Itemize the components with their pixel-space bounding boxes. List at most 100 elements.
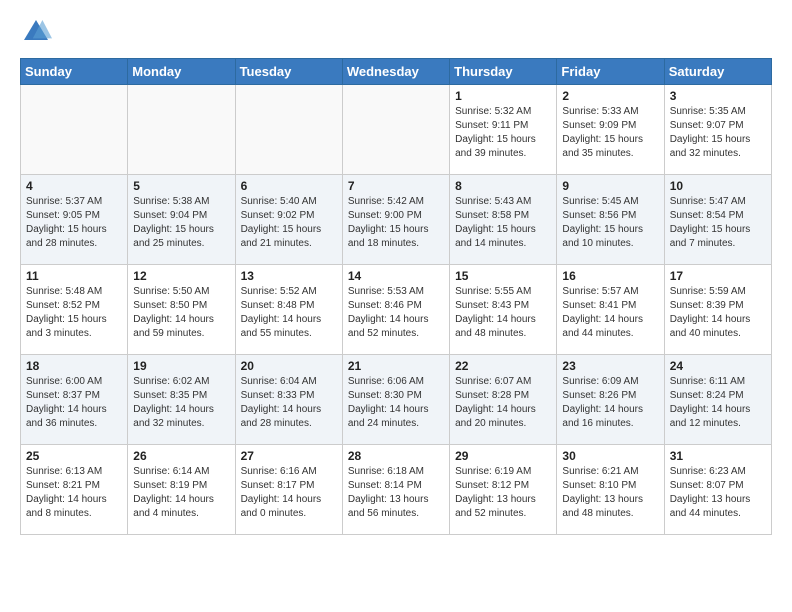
day-number-20: 20 (241, 359, 337, 373)
day-info-20: Sunrise: 6:04 AM Sunset: 8:33 PM Dayligh… (241, 375, 337, 431)
day-cell-27: 27 Sunrise: 6:16 AM Sunset: 8:17 PM Dayli… (235, 445, 342, 535)
day-number-23: 23 (562, 359, 658, 373)
day-cell-12: 12 Sunrise: 5:50 AM Sunset: 8:50 PM Dayli… (128, 265, 235, 355)
day-number-17: 17 (670, 269, 766, 283)
day-info-22: Sunrise: 6:07 AM Sunset: 8:28 PM Dayligh… (455, 375, 551, 431)
day-cell-9: 9 Sunrise: 5:45 AM Sunset: 8:56 PM Daylig… (557, 175, 664, 265)
day-info-6: Sunrise: 5:40 AM Sunset: 9:02 PM Dayligh… (241, 195, 337, 251)
week-row-3: 11 Sunrise: 5:48 AM Sunset: 8:52 PM Dayli… (21, 265, 772, 355)
week-row-1: 1Sunrise: 5:32 AM Sunset: 9:11 PM Daylig… (21, 85, 772, 175)
day-info-5: Sunrise: 5:38 AM Sunset: 9:04 PM Dayligh… (133, 195, 229, 251)
day-number-27: 27 (241, 449, 337, 463)
logo (20, 16, 56, 48)
day-cell-28: 28 Sunrise: 6:18 AM Sunset: 8:14 PM Dayli… (342, 445, 449, 535)
day-info-15: Sunrise: 5:55 AM Sunset: 8:43 PM Dayligh… (455, 285, 551, 341)
day-number-29: 29 (455, 449, 551, 463)
day-cell-23: 23Sunrise: 6:09 AM Sunset: 8:26 PM Dayli… (557, 355, 664, 445)
day-info-24: Sunrise: 6:11 AM Sunset: 8:24 PM Dayligh… (670, 375, 766, 431)
day-number-4: 4 (26, 179, 122, 193)
day-info-21: Sunrise: 6:06 AM Sunset: 8:30 PM Dayligh… (348, 375, 444, 431)
day-cell-1: 1Sunrise: 5:32 AM Sunset: 9:11 PM Daylig… (450, 85, 557, 175)
day-cell-22: 22 Sunrise: 6:07 AM Sunset: 8:28 PM Dayli… (450, 355, 557, 445)
day-cell-26: 26Sunrise: 6:14 AM Sunset: 8:19 PM Dayli… (128, 445, 235, 535)
day-cell-18: 18Sunrise: 6:00 AM Sunset: 8:37 PM Dayli… (21, 355, 128, 445)
day-cell-10: 10 Sunrise: 5:47 AM Sunset: 8:54 PM Dayli… (664, 175, 771, 265)
day-number-2: 2 (562, 89, 658, 103)
day-number-22: 22 (455, 359, 551, 373)
day-info-10: Sunrise: 5:47 AM Sunset: 8:54 PM Dayligh… (670, 195, 766, 251)
empty-cell (235, 85, 342, 175)
day-number-15: 15 (455, 269, 551, 283)
day-cell-29: 29 Sunrise: 6:19 AM Sunset: 8:12 PM Dayli… (450, 445, 557, 535)
day-cell-6: 6 Sunrise: 5:40 AM Sunset: 9:02 PM Daylig… (235, 175, 342, 265)
week-row-4: 18Sunrise: 6:00 AM Sunset: 8:37 PM Dayli… (21, 355, 772, 445)
day-info-1: Sunrise: 5:32 AM Sunset: 9:11 PM Dayligh… (455, 105, 551, 161)
day-info-27: Sunrise: 6:16 AM Sunset: 8:17 PM Dayligh… (241, 465, 337, 521)
day-cell-24: 24 Sunrise: 6:11 AM Sunset: 8:24 PM Dayli… (664, 355, 771, 445)
weekday-header-saturday: Saturday (664, 59, 771, 85)
day-info-17: Sunrise: 5:59 AM Sunset: 8:39 PM Dayligh… (670, 285, 766, 341)
day-info-25: Sunrise: 6:13 AM Sunset: 8:21 PM Dayligh… (26, 465, 122, 521)
day-info-8: Sunrise: 5:43 AM Sunset: 8:58 PM Dayligh… (455, 195, 551, 251)
day-number-6: 6 (241, 179, 337, 193)
empty-cell (342, 85, 449, 175)
day-info-18: Sunrise: 6:00 AM Sunset: 8:37 PM Dayligh… (26, 375, 122, 431)
calendar: SundayMondayTuesdayWednesdayThursdayFrid… (20, 58, 772, 535)
day-cell-7: 7 Sunrise: 5:42 AM Sunset: 9:00 PM Daylig… (342, 175, 449, 265)
day-info-16: Sunrise: 5:57 AM Sunset: 8:41 PM Dayligh… (562, 285, 658, 341)
day-info-13: Sunrise: 5:52 AM Sunset: 8:48 PM Dayligh… (241, 285, 337, 341)
day-cell-16: 16 Sunrise: 5:57 AM Sunset: 8:41 PM Dayli… (557, 265, 664, 355)
day-info-9: Sunrise: 5:45 AM Sunset: 8:56 PM Dayligh… (562, 195, 658, 251)
week-row-2: 4Sunrise: 5:37 AM Sunset: 9:05 PM Daylig… (21, 175, 772, 265)
day-cell-2: 2 Sunrise: 5:33 AM Sunset: 9:09 PM Daylig… (557, 85, 664, 175)
day-number-19: 19 (133, 359, 229, 373)
header (20, 16, 772, 48)
weekday-header-wednesday: Wednesday (342, 59, 449, 85)
day-info-28: Sunrise: 6:18 AM Sunset: 8:14 PM Dayligh… (348, 465, 444, 521)
day-number-30: 30 (562, 449, 658, 463)
day-number-24: 24 (670, 359, 766, 373)
day-info-29: Sunrise: 6:19 AM Sunset: 8:12 PM Dayligh… (455, 465, 551, 521)
day-cell-21: 21Sunrise: 6:06 AM Sunset: 8:30 PM Dayli… (342, 355, 449, 445)
weekday-header-tuesday: Tuesday (235, 59, 342, 85)
day-info-12: Sunrise: 5:50 AM Sunset: 8:50 PM Dayligh… (133, 285, 229, 341)
day-cell-8: 8 Sunrise: 5:43 AM Sunset: 8:58 PM Daylig… (450, 175, 557, 265)
day-number-10: 10 (670, 179, 766, 193)
weekday-header-row: SundayMondayTuesdayWednesdayThursdayFrid… (21, 59, 772, 85)
day-cell-19: 19 Sunrise: 6:02 AM Sunset: 8:35 PM Dayli… (128, 355, 235, 445)
day-number-3: 3 (670, 89, 766, 103)
weekday-header-thursday: Thursday (450, 59, 557, 85)
day-number-14: 14 (348, 269, 444, 283)
day-info-2: Sunrise: 5:33 AM Sunset: 9:09 PM Dayligh… (562, 105, 658, 161)
day-number-12: 12 (133, 269, 229, 283)
day-info-31: Sunrise: 6:23 AM Sunset: 8:07 PM Dayligh… (670, 465, 766, 521)
day-info-3: Sunrise: 5:35 AM Sunset: 9:07 PM Dayligh… (670, 105, 766, 161)
day-info-19: Sunrise: 6:02 AM Sunset: 8:35 PM Dayligh… (133, 375, 229, 431)
day-number-7: 7 (348, 179, 444, 193)
day-number-9: 9 (562, 179, 658, 193)
day-cell-25: 25Sunrise: 6:13 AM Sunset: 8:21 PM Dayli… (21, 445, 128, 535)
day-cell-31: 31Sunrise: 6:23 AM Sunset: 8:07 PM Dayli… (664, 445, 771, 535)
weekday-header-monday: Monday (128, 59, 235, 85)
day-cell-30: 30 Sunrise: 6:21 AM Sunset: 8:10 PM Dayli… (557, 445, 664, 535)
day-number-5: 5 (133, 179, 229, 193)
day-number-11: 11 (26, 269, 122, 283)
day-cell-13: 13Sunrise: 5:52 AM Sunset: 8:48 PM Dayli… (235, 265, 342, 355)
day-number-8: 8 (455, 179, 551, 193)
day-cell-17: 17 Sunrise: 5:59 AM Sunset: 8:39 PM Dayli… (664, 265, 771, 355)
day-info-30: Sunrise: 6:21 AM Sunset: 8:10 PM Dayligh… (562, 465, 658, 521)
day-number-16: 16 (562, 269, 658, 283)
day-cell-3: 3 Sunrise: 5:35 AM Sunset: 9:07 PM Daylig… (664, 85, 771, 175)
day-cell-20: 20 Sunrise: 6:04 AM Sunset: 8:33 PM Dayli… (235, 355, 342, 445)
weekday-header-friday: Friday (557, 59, 664, 85)
day-info-11: Sunrise: 5:48 AM Sunset: 8:52 PM Dayligh… (26, 285, 122, 341)
day-info-7: Sunrise: 5:42 AM Sunset: 9:00 PM Dayligh… (348, 195, 444, 251)
day-number-26: 26 (133, 449, 229, 463)
day-cell-14: 14Sunrise: 5:53 AM Sunset: 8:46 PM Dayli… (342, 265, 449, 355)
day-cell-11: 11 Sunrise: 5:48 AM Sunset: 8:52 PM Dayli… (21, 265, 128, 355)
page: SundayMondayTuesdayWednesdayThursdayFrid… (0, 0, 792, 547)
day-number-28: 28 (348, 449, 444, 463)
day-cell-5: 5 Sunrise: 5:38 AM Sunset: 9:04 PM Daylig… (128, 175, 235, 265)
weekday-header-sunday: Sunday (21, 59, 128, 85)
logo-icon (20, 16, 52, 48)
